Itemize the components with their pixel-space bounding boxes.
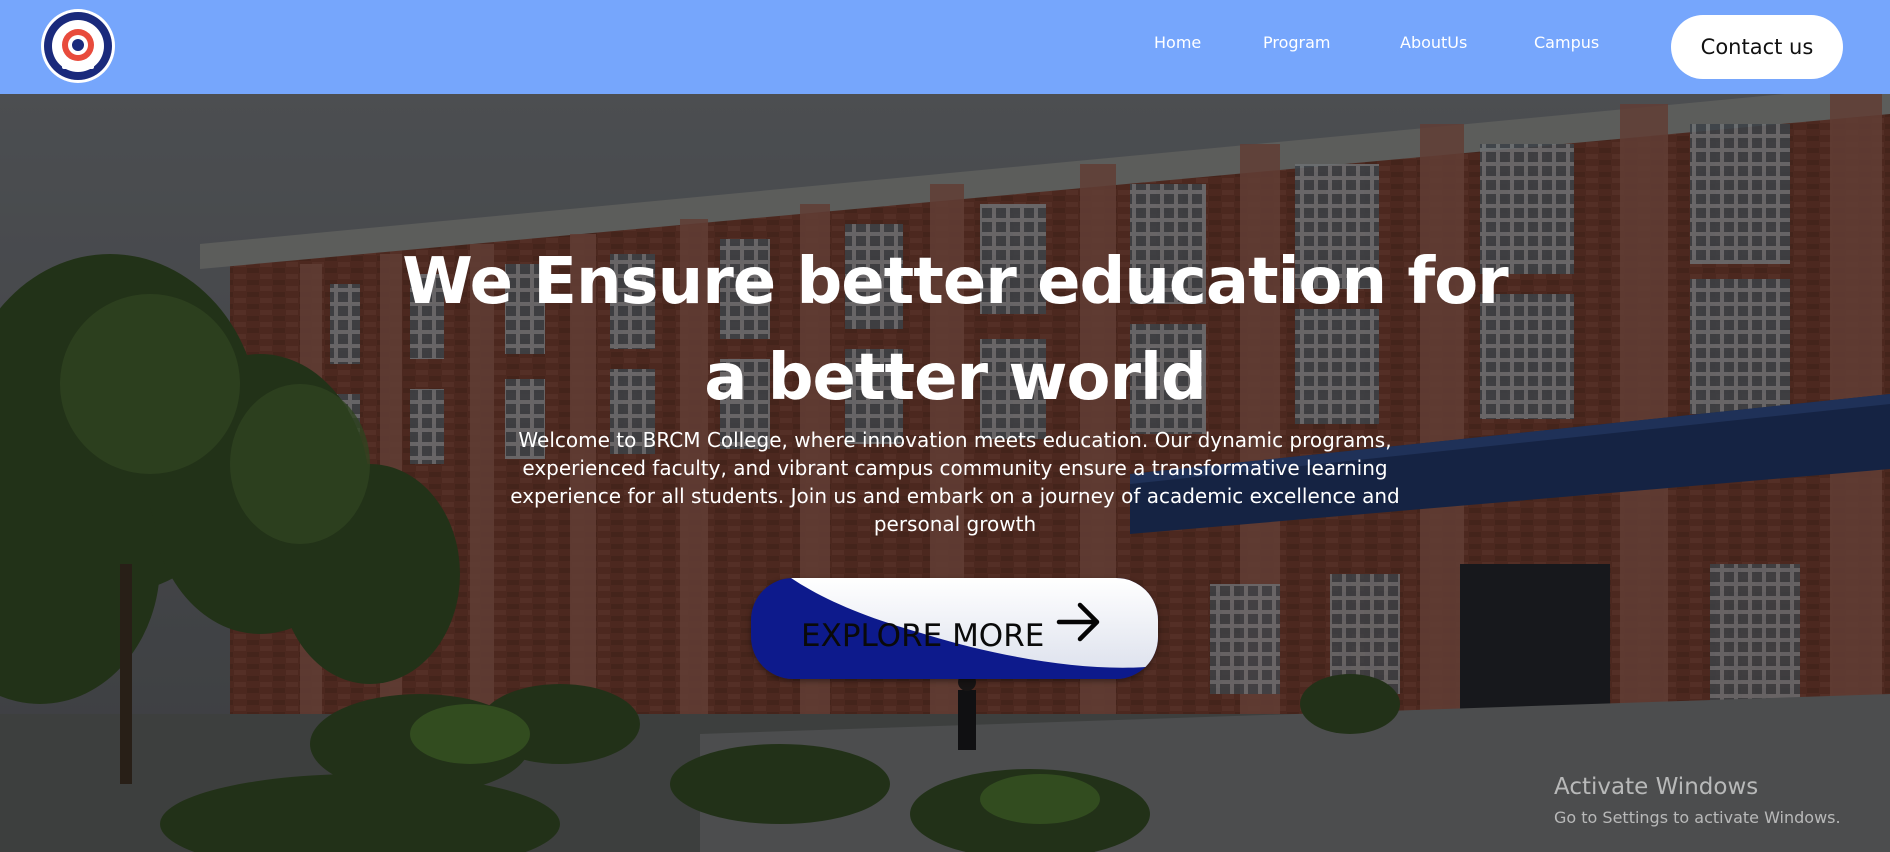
activate-windows-subtitle: Go to Settings to activate Windows.: [1554, 808, 1841, 827]
hero-intro-text: Welcome to BRCM College, where innovatio…: [510, 428, 1400, 536]
hero-headline-line-1: We Ensure better education for: [402, 245, 1508, 319]
contact-us-label: Contact us: [1700, 35, 1814, 59]
activate-windows-title: Activate Windows: [1554, 774, 1759, 800]
college-logo[interactable]: [40, 7, 116, 85]
contact-us-button[interactable]: Contact us: [1671, 15, 1843, 79]
header: Home Program AboutUs Campus Contact us: [0, 0, 1890, 94]
arrow-right-icon: [1056, 602, 1100, 642]
hero-headline-line-2: a better world: [704, 341, 1207, 415]
nav-campus[interactable]: Campus: [1534, 33, 1599, 52]
hero-headline: We Ensure better education for a better …: [345, 234, 1565, 426]
hero-section: We Ensure better education for a better …: [0, 94, 1890, 852]
nav-program[interactable]: Program: [1263, 33, 1331, 52]
nav-home[interactable]: Home: [1154, 33, 1201, 52]
explore-more-label: EXPLORE MORE: [801, 618, 1045, 654]
nav-about-us[interactable]: AboutUs: [1400, 33, 1467, 52]
explore-more-button[interactable]: EXPLORE MORE: [751, 578, 1158, 679]
